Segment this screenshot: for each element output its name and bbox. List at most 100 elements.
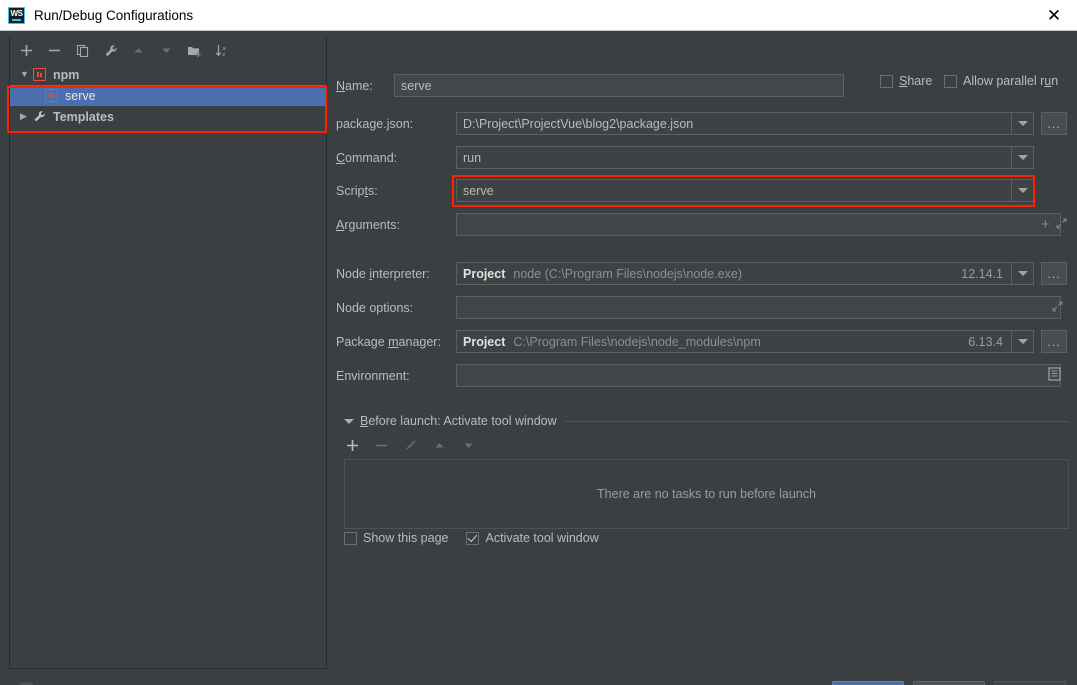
package-json-value: D:\Project\ProjectVue\blog2\package.json [463,116,694,131]
arguments-input[interactable] [456,213,1061,236]
apply-button[interactable]: Apply [994,681,1066,685]
triangle-down-icon[interactable] [344,418,354,424]
configurations-tree[interactable]: ▼ npm serve ▶ Templates [10,64,326,127]
arguments-label: Arguments: [336,217,400,232]
npm-icon [33,68,46,81]
share-checkbox[interactable]: Share [880,74,932,88]
before-launch-toolbar [344,437,477,454]
name-label: Name: [336,78,373,93]
title-bar: WS Run/Debug Configurations ✕ [0,0,1077,31]
expand-triangle-down-icon[interactable]: ▼ [20,70,33,79]
node-interpreter-label: Node interpreter: [336,266,430,281]
command-row: Command: run [336,146,1034,169]
before-launch-task-list[interactable]: There are no tasks to run before launch [344,459,1069,529]
remove-configuration-button[interactable] [46,42,63,59]
checkbox-box[interactable] [944,74,957,88]
before-launch-title: Before launch: Activate tool window [360,414,557,428]
node-interpreter-browse-button[interactable]: ... [1041,262,1067,285]
package-manager-value: C:\Program Files\nodejs\node_modules\npm [513,334,761,349]
before-launch-empty-text: There are no tasks to run before launch [597,487,816,501]
copy-configuration-button[interactable] [74,42,91,59]
checkbox-box[interactable] [880,74,893,88]
configuration-form: Name: serve Share Allow parallel run pac… [336,31,1077,685]
environment-row: Environment: [336,364,1061,387]
add-configuration-button[interactable] [18,42,35,59]
package-manager-version: 6.13.4 [968,334,1003,349]
node-interpreter-scope: Project [463,266,506,281]
environment-input[interactable] [456,364,1061,387]
share-label: Share [899,74,933,88]
allow-parallel-run-label: Allow parallel run [963,74,1059,88]
configurations-tree-panel: a z ▼ npm serve ▶ Templates [9,37,327,669]
package-manager-label: Package manager: [336,334,441,349]
activate-tool-window-checkbox[interactable]: Activate tool window [466,531,599,545]
share-checkbox-wrap[interactable]: Share [880,74,932,88]
window-title: Run/Debug Configurations [34,7,194,23]
chevron-down-icon[interactable] [1011,331,1033,352]
list-edit-icon[interactable] [1048,367,1061,384]
show-this-page-checkbox[interactable]: Show this page [344,531,448,545]
allow-parallel-run-checkbox[interactable]: Allow parallel run [944,74,1058,88]
package-manager-row: Package manager: Project C:\Program File… [336,330,1067,353]
scripts-combo[interactable]: serve [456,179,1034,202]
command-value: run [463,150,482,165]
dialog-body: a z ▼ npm serve ▶ Templates Name: serve … [0,31,1077,685]
package-json-row: package.json: D:\Project\ProjectVue\blog… [336,112,1067,135]
before-launch-options: Show this page Activate tool window [344,531,599,545]
cancel-button[interactable]: Cancel [913,681,985,685]
tree-item-templates[interactable]: ▶ Templates [10,106,326,127]
task-move-down-button[interactable] [460,437,477,454]
footer-buttons: OK Cancel Apply [832,681,1066,685]
package-manager-browse-button[interactable]: ... [1041,330,1067,353]
move-up-button[interactable] [130,42,147,59]
edit-task-pencil-icon[interactable] [402,437,419,454]
arguments-add-icon[interactable]: + [1041,217,1050,232]
move-down-button[interactable] [158,42,175,59]
divider [564,420,1069,422]
add-task-button[interactable] [344,437,361,454]
chevron-down-icon[interactable] [1011,180,1033,201]
command-label: Command: [336,150,398,165]
node-options-label: Node options: [336,300,414,315]
command-combo[interactable]: run [456,146,1034,169]
chevron-down-icon[interactable] [1011,263,1033,284]
edit-templates-wrench-icon[interactable] [102,42,119,59]
remove-task-button[interactable] [373,437,390,454]
node-interpreter-version: 12.14.1 [961,266,1003,281]
tree-item-label: npm [53,67,80,82]
expand-icon[interactable] [1056,217,1067,232]
tree-item-label: serve [65,88,96,103]
checkbox-box[interactable] [466,531,480,545]
node-interpreter-combo[interactable]: Project node (C:\Program Files\nodejs\no… [456,262,1034,285]
svg-text:z: z [223,52,226,58]
scripts-row: Scripts: serve [336,179,1034,202]
expand-icon[interactable] [1052,300,1063,315]
node-interpreter-row: Node interpreter: Project node (C:\Progr… [336,262,1067,285]
checkbox-box[interactable] [344,531,357,545]
sort-configurations-button[interactable]: a z [214,42,231,59]
allow-parallel-run-checkbox-wrap[interactable]: Allow parallel run [944,74,1058,88]
scripts-value: serve [463,183,494,198]
chevron-down-icon[interactable] [1011,113,1033,134]
before-launch-header[interactable]: Before launch: Activate tool window [344,414,1069,428]
ok-button[interactable]: OK [832,681,904,685]
package-json-browse-button[interactable]: ... [1041,112,1067,135]
node-interpreter-value: node (C:\Program Files\nodejs\node.exe) [513,266,742,281]
tree-item-serve[interactable]: serve [10,85,326,106]
close-icon[interactable]: ✕ [1031,0,1077,30]
chevron-down-icon[interactable] [1011,147,1033,168]
package-json-combo[interactable]: D:\Project\ProjectVue\blog2\package.json [456,112,1034,135]
name-row: Name: serve [336,74,844,97]
scripts-label: Scripts: [336,183,378,198]
environment-label: Environment: [336,368,410,383]
package-json-label: package.json: [336,116,414,131]
node-options-input[interactable] [456,296,1061,319]
task-move-up-button[interactable] [431,437,448,454]
expand-triangle-right-icon[interactable]: ▶ [20,112,33,121]
tree-item-npm[interactable]: ▼ npm [10,64,326,85]
activate-tool-window-label: Activate tool window [485,531,599,545]
wrench-icon [33,110,46,123]
package-manager-combo[interactable]: Project C:\Program Files\nodejs\node_mod… [456,330,1034,353]
move-into-folder-button[interactable] [186,42,203,59]
name-input[interactable]: serve [394,74,844,97]
